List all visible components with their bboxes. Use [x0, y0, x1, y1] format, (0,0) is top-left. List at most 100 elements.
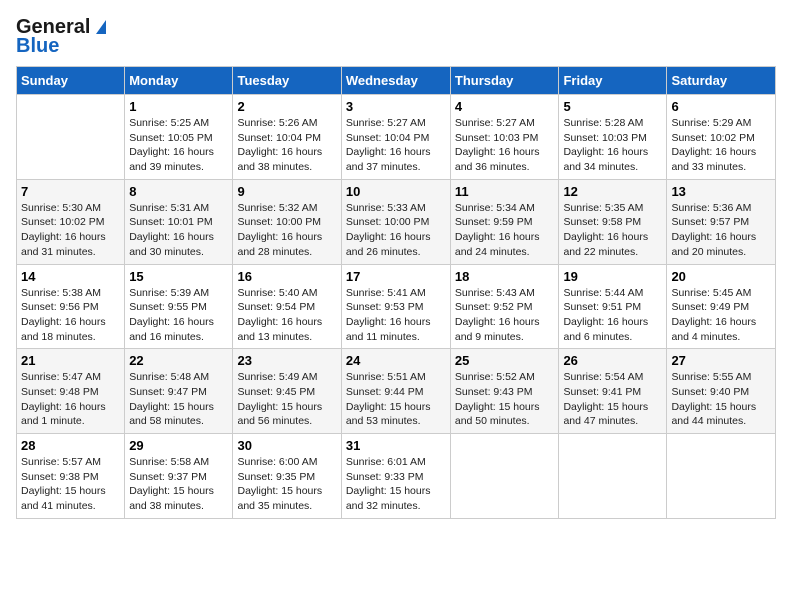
day-info: Sunrise: 5:25 AM Sunset: 10:05 PM Daylig… [129, 116, 228, 175]
calendar-cell [559, 434, 667, 519]
day-number: 31 [346, 438, 446, 453]
calendar-cell: 25 Sunrise: 5:52 AM Sunset: 9:43 PM Dayli… [450, 349, 559, 434]
calendar-cell: 18 Sunrise: 5:43 AM Sunset: 9:52 PM Dayli… [450, 264, 559, 349]
header-wednesday: Wednesday [341, 67, 450, 95]
header-saturday: Saturday [667, 67, 776, 95]
day-number: 11 [455, 184, 555, 199]
day-number: 1 [129, 99, 228, 114]
calendar-cell: 17 Sunrise: 5:41 AM Sunset: 9:53 PM Dayli… [341, 264, 450, 349]
day-number: 5 [563, 99, 662, 114]
calendar-cell: 16 Sunrise: 5:40 AM Sunset: 9:54 PM Dayli… [233, 264, 341, 349]
day-number: 8 [129, 184, 228, 199]
day-info: Sunrise: 5:54 AM Sunset: 9:41 PM Dayligh… [563, 370, 662, 429]
day-info: Sunrise: 5:31 AM Sunset: 10:01 PM Daylig… [129, 201, 228, 260]
day-number: 22 [129, 353, 228, 368]
day-number: 3 [346, 99, 446, 114]
day-info: Sunrise: 5:52 AM Sunset: 9:43 PM Dayligh… [455, 370, 555, 429]
header: General Blue [16, 16, 776, 58]
day-info: Sunrise: 5:33 AM Sunset: 10:00 PM Daylig… [346, 201, 446, 260]
week-row-5: 28 Sunrise: 5:57 AM Sunset: 9:38 PM Dayli… [17, 434, 776, 519]
day-number: 17 [346, 269, 446, 284]
day-info: Sunrise: 5:44 AM Sunset: 9:51 PM Dayligh… [563, 286, 662, 345]
header-sunday: Sunday [17, 67, 125, 95]
day-number: 10 [346, 184, 446, 199]
day-number: 25 [455, 353, 555, 368]
calendar-table: SundayMondayTuesdayWednesdayThursdayFrid… [16, 66, 776, 519]
calendar-cell: 3 Sunrise: 5:27 AM Sunset: 10:04 PM Dayli… [341, 95, 450, 180]
day-number: 30 [237, 438, 336, 453]
calendar-cell: 9Sunrise: 5:32 AM Sunset: 10:00 PM Dayli… [233, 179, 341, 264]
calendar-cell: 6 Sunrise: 5:29 AM Sunset: 10:02 PM Dayli… [667, 95, 776, 180]
day-number: 28 [21, 438, 120, 453]
day-info: Sunrise: 5:43 AM Sunset: 9:52 PM Dayligh… [455, 286, 555, 345]
day-info: Sunrise: 5:47 AM Sunset: 9:48 PM Dayligh… [21, 370, 120, 429]
logo-blue: Blue [16, 35, 59, 58]
day-info: Sunrise: 5:39 AM Sunset: 9:55 PM Dayligh… [129, 286, 228, 345]
day-number: 21 [21, 353, 120, 368]
calendar-cell: 24 Sunrise: 5:51 AM Sunset: 9:44 PM Dayli… [341, 349, 450, 434]
day-info: Sunrise: 5:30 AM Sunset: 10:02 PM Daylig… [21, 201, 120, 260]
day-number: 13 [671, 184, 771, 199]
logo-icon [96, 20, 106, 34]
calendar-cell: 10 Sunrise: 5:33 AM Sunset: 10:00 PM Dayl… [341, 179, 450, 264]
day-number: 14 [21, 269, 120, 284]
calendar-cell: 23 Sunrise: 5:49 AM Sunset: 9:45 PM Dayli… [233, 349, 341, 434]
day-number: 20 [671, 269, 771, 284]
calendar-cell: 27 Sunrise: 5:55 AM Sunset: 9:40 PM Dayli… [667, 349, 776, 434]
calendar-cell: 31 Sunrise: 6:01 AM Sunset: 9:33 PM Dayli… [341, 434, 450, 519]
calendar-cell: 4 Sunrise: 5:27 AM Sunset: 10:03 PM Dayli… [450, 95, 559, 180]
day-number: 27 [671, 353, 771, 368]
calendar-cell: 2Sunrise: 5:26 AM Sunset: 10:04 PM Dayli… [233, 95, 341, 180]
day-number: 12 [563, 184, 662, 199]
day-info: Sunrise: 5:45 AM Sunset: 9:49 PM Dayligh… [671, 286, 771, 345]
day-info: Sunrise: 5:55 AM Sunset: 9:40 PM Dayligh… [671, 370, 771, 429]
header-tuesday: Tuesday [233, 67, 341, 95]
header-monday: Monday [125, 67, 233, 95]
calendar-cell: 13 Sunrise: 5:36 AM Sunset: 9:57 PM Dayli… [667, 179, 776, 264]
day-number: 29 [129, 438, 228, 453]
day-info: Sunrise: 5:58 AM Sunset: 9:37 PM Dayligh… [129, 455, 228, 514]
week-row-2: 7 Sunrise: 5:30 AM Sunset: 10:02 PM Dayli… [17, 179, 776, 264]
day-number: 15 [129, 269, 228, 284]
day-number: 18 [455, 269, 555, 284]
day-info: Sunrise: 5:26 AM Sunset: 10:04 PM Daylig… [237, 116, 336, 175]
day-number: 23 [237, 353, 336, 368]
day-info: Sunrise: 5:51 AM Sunset: 9:44 PM Dayligh… [346, 370, 446, 429]
day-info: Sunrise: 5:40 AM Sunset: 9:54 PM Dayligh… [237, 286, 336, 345]
day-number: 24 [346, 353, 446, 368]
days-header-row: SundayMondayTuesdayWednesdayThursdayFrid… [17, 67, 776, 95]
week-row-1: 1 Sunrise: 5:25 AM Sunset: 10:05 PM Dayli… [17, 95, 776, 180]
day-info: Sunrise: 6:01 AM Sunset: 9:33 PM Dayligh… [346, 455, 446, 514]
day-info: Sunrise: 5:38 AM Sunset: 9:56 PM Dayligh… [21, 286, 120, 345]
calendar-cell [450, 434, 559, 519]
calendar-cell: 12 Sunrise: 5:35 AM Sunset: 9:58 PM Dayli… [559, 179, 667, 264]
day-number: 16 [237, 269, 336, 284]
calendar-cell: 8 Sunrise: 5:31 AM Sunset: 10:01 PM Dayli… [125, 179, 233, 264]
day-number: 9 [237, 184, 336, 199]
day-info: Sunrise: 5:27 AM Sunset: 10:03 PM Daylig… [455, 116, 555, 175]
calendar-cell [17, 95, 125, 180]
calendar-cell: 30Sunrise: 6:00 AM Sunset: 9:35 PM Dayli… [233, 434, 341, 519]
day-number: 7 [21, 184, 120, 199]
calendar-cell: 19 Sunrise: 5:44 AM Sunset: 9:51 PM Dayli… [559, 264, 667, 349]
calendar-cell: 26Sunrise: 5:54 AM Sunset: 9:41 PM Dayli… [559, 349, 667, 434]
calendar-cell: 1 Sunrise: 5:25 AM Sunset: 10:05 PM Dayli… [125, 95, 233, 180]
day-number: 6 [671, 99, 771, 114]
calendar-cell: 29 Sunrise: 5:58 AM Sunset: 9:37 PM Dayli… [125, 434, 233, 519]
logo: General Blue [16, 16, 106, 58]
day-number: 19 [563, 269, 662, 284]
day-info: Sunrise: 5:41 AM Sunset: 9:53 PM Dayligh… [346, 286, 446, 345]
calendar-cell: 7 Sunrise: 5:30 AM Sunset: 10:02 PM Dayli… [17, 179, 125, 264]
day-info: Sunrise: 5:36 AM Sunset: 9:57 PM Dayligh… [671, 201, 771, 260]
day-info: Sunrise: 5:35 AM Sunset: 9:58 PM Dayligh… [563, 201, 662, 260]
day-info: Sunrise: 5:29 AM Sunset: 10:02 PM Daylig… [671, 116, 771, 175]
calendar-cell: 14 Sunrise: 5:38 AM Sunset: 9:56 PM Dayli… [17, 264, 125, 349]
calendar-cell [667, 434, 776, 519]
day-info: Sunrise: 5:27 AM Sunset: 10:04 PM Daylig… [346, 116, 446, 175]
calendar-cell: 5Sunrise: 5:28 AM Sunset: 10:03 PM Dayli… [559, 95, 667, 180]
day-number: 4 [455, 99, 555, 114]
calendar-cell: 20 Sunrise: 5:45 AM Sunset: 9:49 PM Dayli… [667, 264, 776, 349]
day-info: Sunrise: 5:49 AM Sunset: 9:45 PM Dayligh… [237, 370, 336, 429]
day-info: Sunrise: 5:57 AM Sunset: 9:38 PM Dayligh… [21, 455, 120, 514]
calendar-cell: 15 Sunrise: 5:39 AM Sunset: 9:55 PM Dayli… [125, 264, 233, 349]
